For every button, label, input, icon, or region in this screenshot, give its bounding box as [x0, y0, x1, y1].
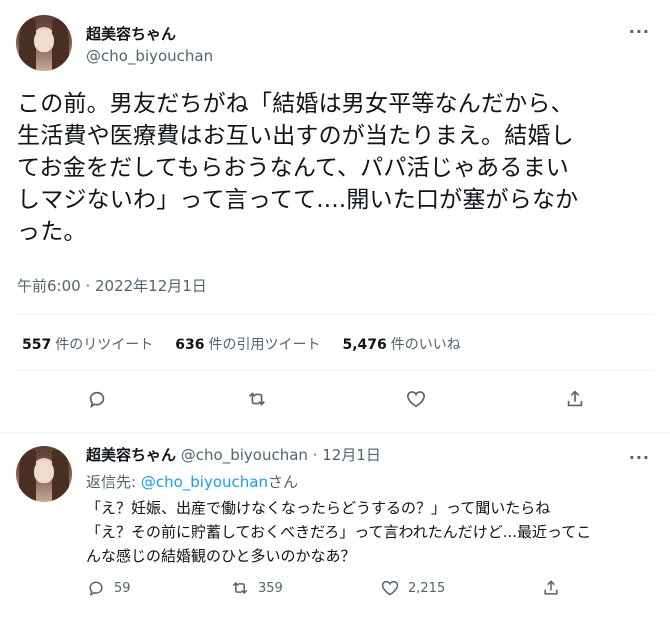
reply-meta[interactable]: @cho_biyouchan · 12月1日 [181, 446, 381, 464]
reply-text: 「え？妊娠、出産で働けなくなったらどうするの？」って聞いたらね 「え？その前に貯… [86, 499, 592, 565]
display-name[interactable]: 超美容ちゃん [86, 23, 176, 44]
display-name[interactable]: 超美容ちゃん [86, 446, 176, 464]
reply-header: 超美容ちゃん @cho_biyouchan · 12月1日 [86, 444, 381, 465]
more-options-icon[interactable]: ··· [629, 22, 650, 41]
reply-button[interactable]: 59 [86, 578, 131, 598]
user-handle[interactable]: @cho_biyouchan [86, 47, 213, 65]
reply-icon [89, 581, 103, 597]
reply-tweet[interactable]: 超美容ちゃん @cho_biyouchan · 12月1日 ··· 返信先: @… [0, 434, 670, 625]
share-icon[interactable] [564, 388, 588, 412]
retweet-stat[interactable]: 557 件のリツイート [22, 334, 153, 354]
share-button[interactable] [541, 578, 561, 598]
like-count: 2,215 [408, 580, 446, 596]
reply-count: 59 [114, 580, 131, 596]
replying-to: 返信先: @cho_biyouchanさん [86, 473, 298, 491]
like-icon[interactable] [405, 388, 429, 412]
share-icon [544, 580, 558, 595]
divider [16, 314, 654, 315]
tweet-actions [0, 388, 670, 412]
mention-link[interactable]: @cho_biyouchan [141, 473, 268, 491]
retweet-icon [232, 581, 248, 595]
divider [16, 370, 654, 371]
avatar[interactable] [16, 446, 72, 502]
tweet-text: この前。男友だちがね「結婚は男女平等なんだから、 生活費や医療費はお互い出すのが… [17, 91, 579, 245]
retweet-icon[interactable] [246, 388, 270, 412]
reply-actions: 59 359 2,215 [86, 578, 646, 600]
quote-stat[interactable]: 636 件の引用ツイート [175, 334, 320, 354]
tweet-stats: 557 件のリツイート 636 件の引用ツイート 5,476 件のいいね [22, 334, 461, 354]
avatar[interactable] [16, 15, 72, 71]
retweet-button[interactable]: 359 [230, 578, 283, 598]
like-icon [381, 580, 399, 596]
retweet-count: 359 [258, 580, 283, 596]
tweet-timestamp[interactable]: 午前6:00 · 2022年12月1日 [17, 275, 207, 296]
main-tweet: 超美容ちゃん @cho_biyouchan ··· この前。男友だちがね「結婚は… [0, 0, 670, 433]
reply-icon[interactable] [86, 388, 110, 412]
like-stat[interactable]: 5,476 件のいいね [342, 334, 460, 354]
more-options-icon[interactable]: ··· [629, 448, 650, 467]
like-button[interactable]: 2,215 [380, 578, 445, 598]
